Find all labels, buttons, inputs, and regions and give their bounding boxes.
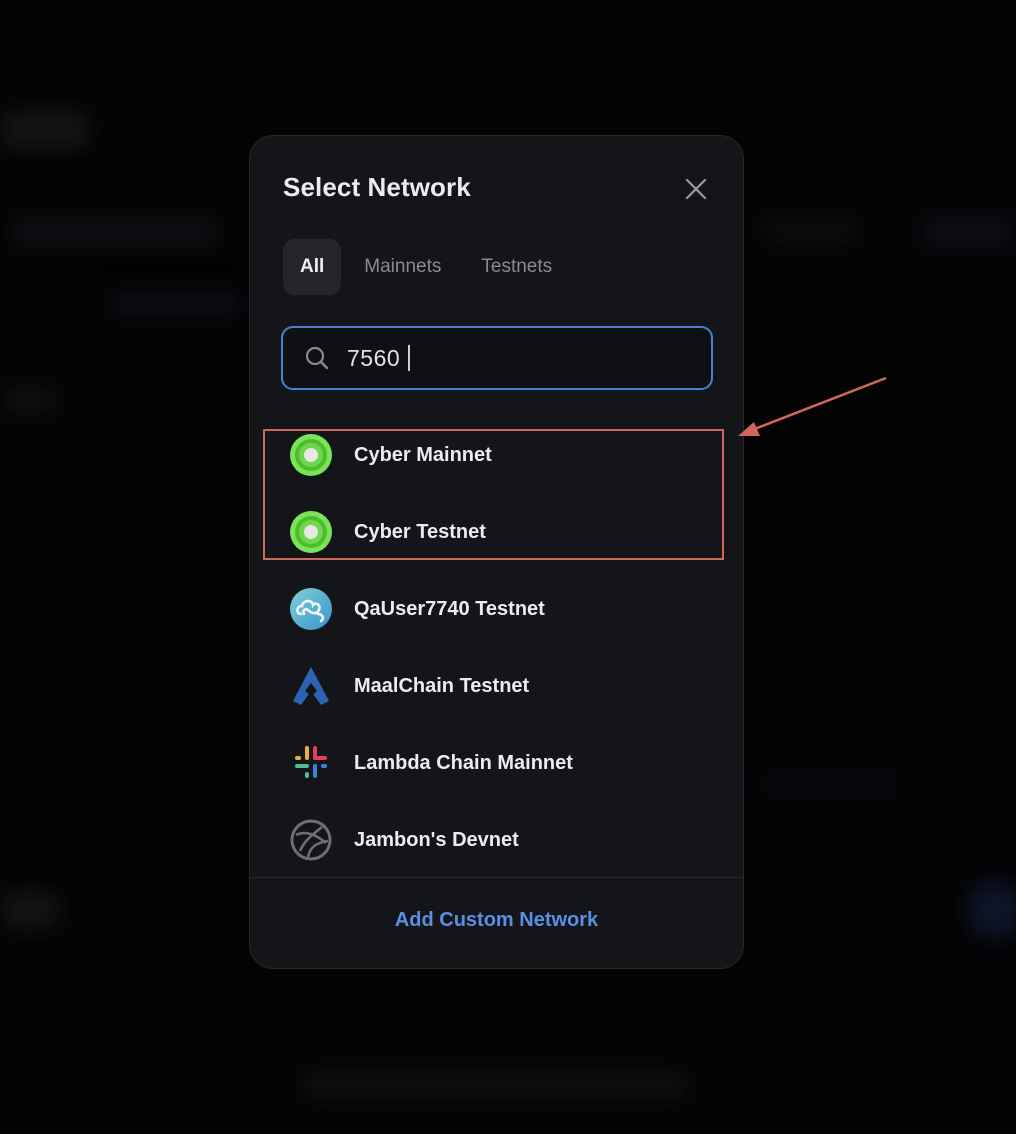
blurred-element (920, 215, 1016, 249)
blurred-element (300, 1070, 690, 1100)
tab-mainnets[interactable]: Mainnets (347, 239, 458, 295)
network-name: Jambon's Devnet (354, 828, 519, 851)
blurred-element (110, 290, 240, 316)
search-input[interactable] (347, 344, 407, 372)
blurred-element (0, 385, 60, 415)
network-item-maalchain-testnet[interactable]: MaalChain Testnet (288, 661, 708, 711)
network-name: Lambda Chain Mainnet (354, 751, 573, 774)
tab-testnets[interactable]: Testnets (464, 239, 569, 295)
blurred-element (760, 215, 860, 245)
search-field[interactable] (281, 326, 713, 390)
add-custom-network-link[interactable]: Add Custom Network (250, 909, 743, 932)
network-name: QaUser7740 Testnet (354, 597, 545, 620)
text-cursor (408, 345, 410, 371)
blurred-element (760, 770, 900, 800)
maalchain-logo-icon (293, 667, 329, 705)
tab-all[interactable]: All (283, 239, 342, 295)
network-item-qauser7740-testnet[interactable]: QaUser7740 Testnet (288, 584, 708, 634)
footer-divider (250, 877, 743, 878)
network-item-lambda-chain-mainnet[interactable]: Lambda Chain Mainnet (288, 738, 708, 788)
network-item-jambons-devnet[interactable]: Jambon's Devnet (288, 815, 708, 865)
annotation-arrow-icon (738, 376, 887, 436)
network-tabs: All Mainnets Testnets (283, 239, 575, 295)
modal-title: Select Network (283, 172, 471, 202)
close-icon (685, 178, 707, 200)
annotation-highlight-box (263, 429, 724, 560)
blurred-element (0, 110, 90, 150)
blurred-element (0, 890, 60, 930)
blurred-element (965, 880, 1016, 940)
globe-icon (290, 819, 332, 861)
network-name: MaalChain Testnet (354, 674, 530, 697)
modal-header: Select Network (283, 172, 713, 208)
close-button[interactable] (683, 176, 709, 202)
blurred-element (10, 215, 220, 249)
search-icon (305, 346, 329, 370)
lambda-logo-icon (295, 746, 327, 778)
cloud-logo-icon (290, 588, 332, 630)
